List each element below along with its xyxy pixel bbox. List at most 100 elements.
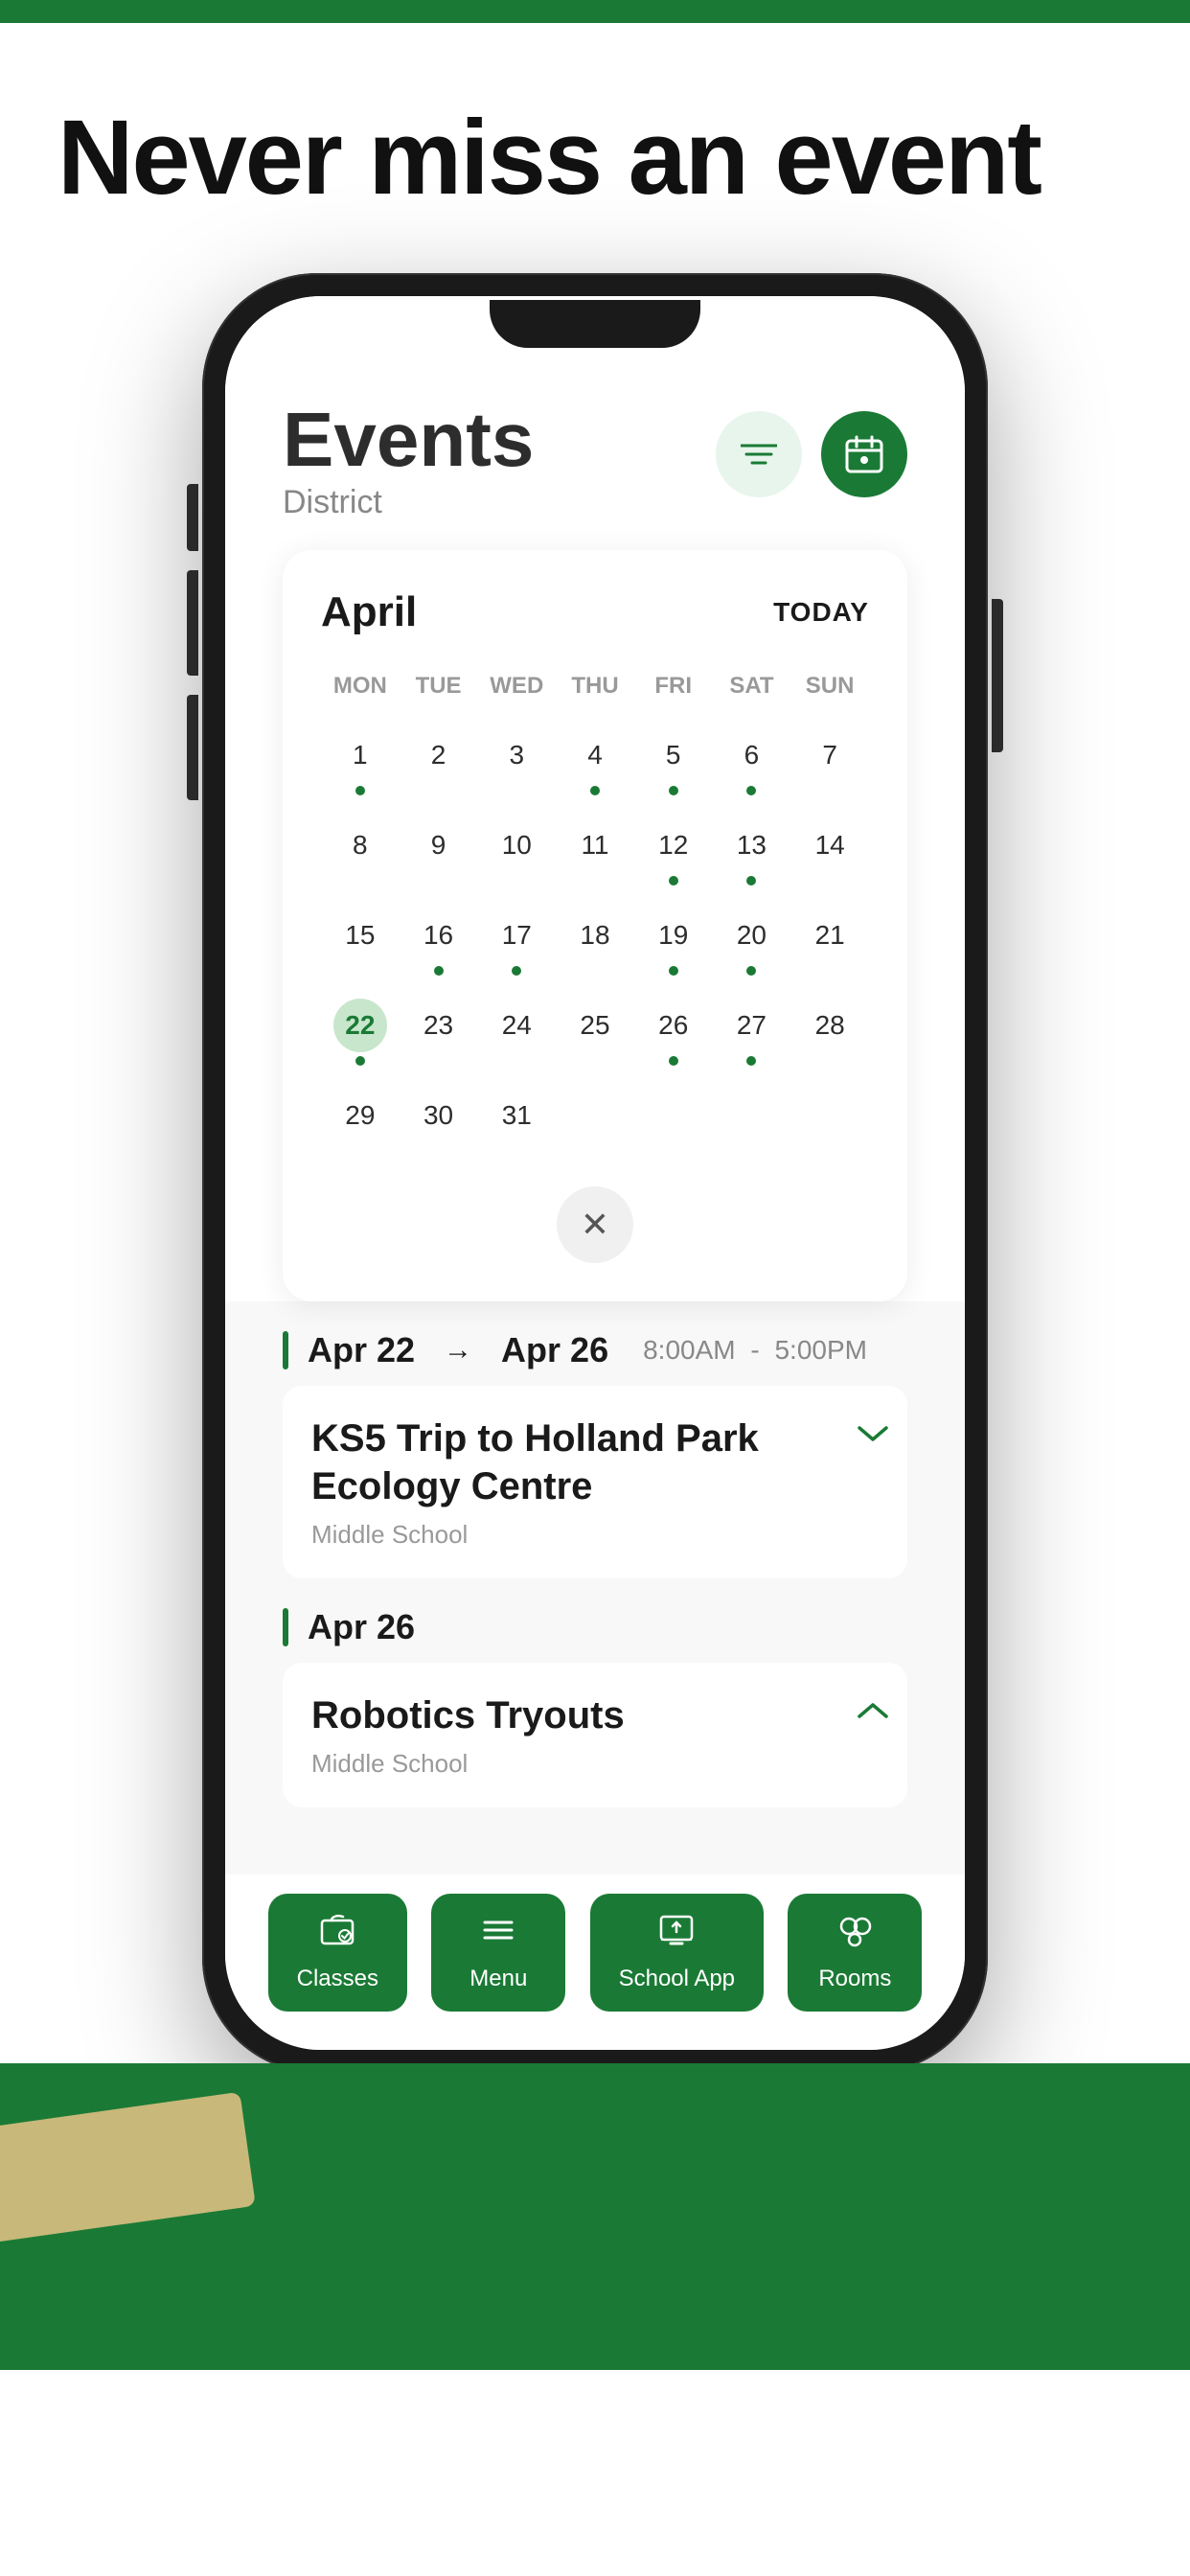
calendar-days: 1 2 3 4 5 6 7 8 9 10 11 12	[321, 717, 869, 1167]
cal-day-23[interactable]: 23	[400, 987, 478, 1077]
weekday-thu: THU	[556, 665, 634, 707]
cal-day-25[interactable]: 25	[556, 987, 634, 1077]
cal-day-9[interactable]: 9	[400, 807, 478, 897]
cal-day-18[interactable]: 18	[556, 897, 634, 987]
cal-day-5[interactable]: 5	[634, 717, 713, 807]
nav-classes-button[interactable]: Classes	[268, 1894, 407, 2012]
chevron-up-icon	[858, 1701, 888, 1720]
weekday-sat: SAT	[713, 665, 791, 707]
phone-screen: Events District	[225, 296, 965, 2050]
nav-menu-label: Menu	[469, 1966, 527, 1992]
page-title: Events	[283, 402, 534, 478]
menu-svg	[479, 1913, 517, 1947]
calendar-icon	[843, 433, 885, 475]
cal-day-16[interactable]: 16	[400, 897, 478, 987]
top-status-bar	[0, 0, 1190, 23]
schoolapp-svg	[657, 1913, 696, 1947]
cal-day-6[interactable]: 6	[713, 717, 791, 807]
weekday-tue: TUE	[400, 665, 478, 707]
cal-day-11[interactable]: 11	[556, 807, 634, 897]
phone-wrapper: Events District	[0, 273, 1190, 2073]
weekday-sun: SUN	[790, 665, 869, 707]
event-group-2: Apr 26 Robotics Tryouts Middle School	[283, 1607, 907, 1807]
cal-day-29[interactable]: 29	[321, 1077, 400, 1167]
calendar-close-button[interactable]: ✕	[557, 1186, 633, 1263]
chevron-down-icon	[858, 1424, 888, 1443]
classes-icon	[318, 1913, 356, 1956]
event-1-date-bar	[283, 1331, 288, 1369]
calendar-close-wrap: ✕	[321, 1186, 869, 1263]
hero-section: Never miss an event	[0, 23, 1190, 273]
cal-day-30[interactable]: 30	[400, 1077, 478, 1167]
rooms-icon	[835, 1913, 874, 1956]
cal-day-4[interactable]: 4	[556, 717, 634, 807]
event-1-title: KS5 Trip to Holland Park Ecology Centre	[311, 1414, 879, 1510]
app-header: Events District	[283, 363, 907, 540]
bottom-band-decoration	[0, 2092, 256, 2246]
event-1-arrow: →	[444, 1334, 472, 1367]
filter-button[interactable]	[716, 411, 802, 497]
phone-button-power	[992, 599, 1003, 752]
cal-day-3[interactable]: 3	[477, 717, 556, 807]
nav-rooms-button[interactable]: Rooms	[788, 1894, 922, 2012]
nav-classes-label: Classes	[297, 1966, 378, 1992]
event-1-school: Middle School	[311, 1520, 879, 1550]
cal-day-21[interactable]: 21	[790, 897, 869, 987]
calendar-weekdays: MON TUE WED THU FRI SAT SUN	[321, 665, 869, 707]
cal-day-20[interactable]: 20	[713, 897, 791, 987]
classes-svg	[318, 1913, 356, 1947]
phone-frame: Events District	[202, 273, 988, 2073]
phone-button-vol-down	[187, 695, 198, 800]
cal-day-empty-3	[713, 1077, 791, 1167]
cal-day-26[interactable]: 26	[634, 987, 713, 1077]
event-2-title: Robotics Tryouts	[311, 1691, 879, 1739]
event-1-expand-button[interactable]	[858, 1414, 888, 1452]
cal-day-15[interactable]: 15	[321, 897, 400, 987]
event-2-date-bar	[283, 1608, 288, 1646]
cal-day-19[interactable]: 19	[634, 897, 713, 987]
cal-day-10[interactable]: 10	[477, 807, 556, 897]
page-subtitle: District	[283, 484, 534, 521]
bottom-navigation: Classes Menu	[225, 1874, 965, 2050]
calendar-card: April TODAY MON TUE WED THU FRI SAT SUN	[283, 550, 907, 1301]
event-2-date: Apr 26	[308, 1607, 415, 1647]
event-1-date-row: Apr 22 → Apr 26 8:00AM - 5:00PM	[283, 1330, 907, 1370]
cal-day-12[interactable]: 12	[634, 807, 713, 897]
calendar-month: April	[321, 588, 417, 636]
cal-day-14[interactable]: 14	[790, 807, 869, 897]
nav-rooms-label: Rooms	[818, 1966, 891, 1992]
event-1-date-from: Apr 22	[308, 1330, 415, 1370]
event-2-expand-button[interactable]	[858, 1691, 888, 1729]
header-actions	[716, 411, 907, 497]
nav-menu-button[interactable]: Menu	[431, 1894, 565, 2012]
cal-day-13[interactable]: 13	[713, 807, 791, 897]
cal-day-empty-4	[790, 1077, 869, 1167]
menu-icon	[479, 1913, 517, 1956]
calendar-view-button[interactable]	[821, 411, 907, 497]
nav-schoolapp-button[interactable]: School App	[590, 1894, 764, 2012]
cal-day-17[interactable]: 17	[477, 897, 556, 987]
cal-day-7[interactable]: 7	[790, 717, 869, 807]
event-1-date-to: Apr 26	[501, 1330, 608, 1370]
phone-notch	[490, 300, 700, 348]
rooms-svg	[835, 1913, 874, 1947]
cal-day-31[interactable]: 31	[477, 1077, 556, 1167]
cal-day-empty-1	[556, 1077, 634, 1167]
event-1-time: 8:00AM - 5:00PM	[643, 1335, 867, 1366]
cal-day-8[interactable]: 8	[321, 807, 400, 897]
calendar-header: April TODAY	[321, 588, 869, 636]
cal-day-empty-2	[634, 1077, 713, 1167]
filter-icon	[741, 440, 777, 469]
cal-day-24[interactable]: 24	[477, 987, 556, 1077]
cal-day-2[interactable]: 2	[400, 717, 478, 807]
events-list: Apr 22 → Apr 26 8:00AM - 5:00PM KS5 Trip…	[225, 1330, 965, 1874]
hero-title: Never miss an event	[57, 100, 1133, 216]
cal-day-22[interactable]: 22	[321, 987, 400, 1077]
schoolapp-icon	[657, 1913, 696, 1956]
cal-day-28[interactable]: 28	[790, 987, 869, 1077]
cal-day-1[interactable]: 1	[321, 717, 400, 807]
nav-schoolapp-label: School App	[619, 1966, 735, 1992]
app-header-section: Events District	[225, 363, 965, 1301]
today-button[interactable]: TODAY	[773, 597, 869, 628]
cal-day-27[interactable]: 27	[713, 987, 791, 1077]
